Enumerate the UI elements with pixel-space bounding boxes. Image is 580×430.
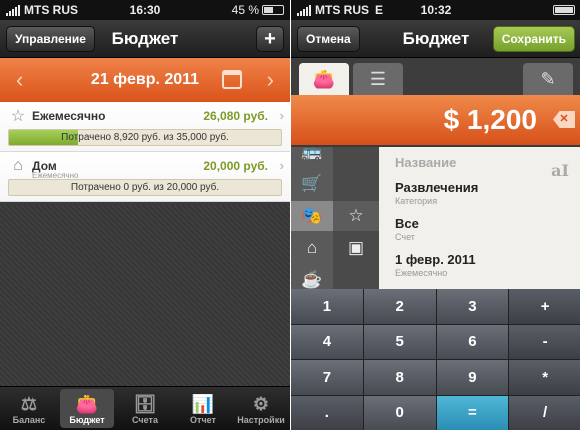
account-value: Все [395,216,419,231]
filters-tab[interactable]: ☰ [353,63,403,95]
bus-icon[interactable]: 🚌 [291,137,333,167]
key-9[interactable]: 9 [436,360,509,395]
text-cursor-icon: aI [551,161,569,180]
cart-icon[interactable]: 🛒 [291,169,333,199]
tab-balance[interactable]: ⚖ Баланс [2,389,56,428]
budget-remaining: 20,000 руб. [203,158,268,173]
key-1[interactable]: 1 [291,289,363,324]
key-decimal[interactable]: . [291,395,363,430]
keypad: 1 2 3 + 4 5 6 - 7 8 9 * . 0 = / [291,289,580,430]
tab-accounts[interactable]: 🗄 Счета [118,389,172,428]
budget-name: Ежемесячно [32,108,106,123]
wallet-tab[interactable]: 👛 [299,63,349,95]
tab-report[interactable]: 📊 Отчет [176,389,230,428]
tab-label: Бюджет [69,415,105,425]
wallet-icon: 👛 [75,394,99,414]
key-5[interactable]: 5 [363,324,436,359]
budget-item-home[interactable]: ⌂ Дом 20,000 руб. Ежемесячно › Потрачено… [0,152,290,202]
category-value: Развлечения [395,180,479,195]
category-hint: Категория [395,196,438,206]
form-fields: Название aI Развлечения Категория Все Сч… [379,147,580,289]
tab-label: Счета [132,415,158,425]
manage-button[interactable]: Управление [6,26,95,52]
gear-icon: ⚙ [252,394,270,414]
theater-masks-icon[interactable]: 🎭 [291,201,333,231]
wallet-icon: 👛 [312,68,336,89]
budget-progress-bar: Потрачено 0 руб. из 20,000 руб. [8,179,282,196]
date-field[interactable]: 1 февр. 2011 Ежемесячно [395,252,580,278]
mode-tabs: 👛 ☰ ✎ [291,58,580,95]
budget-form: 🚌 🛒 🎭 ⌂ ☕ ☆ ▣ Название aI Развлечения Ка… [291,142,580,289]
budget-list-screen: MTS RUS 16:30 45 % Управление Бюджет + ‹… [0,0,290,430]
battery-icon [553,5,575,15]
key-3[interactable]: 3 [436,289,509,324]
key-4[interactable]: 4 [291,324,363,359]
progress-text: Потрачено 0 руб. из 20,000 руб. [70,182,220,193]
page-title: Бюджет [111,28,179,48]
tab-label: Баланс [12,415,46,425]
status-bar: MTS RUS E 10:32 [291,0,580,20]
next-date-button[interactable]: › [267,67,274,93]
budget-progress-bar: Потрачено 8,920 руб. из 35,000 руб. [8,129,282,146]
budget-edit-screen: MTS RUS E 10:32 Отмена Бюджет Сохранить … [291,0,580,430]
amount-value: $ 1,200 [443,104,537,135]
bar-chart-icon: 📊 [191,394,215,414]
amount-display: $ 1,200 ✕ [291,95,580,145]
category-field[interactable]: Развлечения Категория [395,180,580,206]
nav-bar: Отмена Бюджет Сохранить [291,20,580,58]
save-button[interactable]: Сохранить [492,26,575,52]
pencil-icon: ✎ [540,68,556,89]
battery-percent: 45 % [231,3,259,17]
tab-label: Настройки [237,415,285,425]
add-budget-button[interactable]: + [256,26,284,52]
account-field[interactable]: Все Счет [395,216,580,242]
status-time: 10:32 [420,3,452,17]
key-multiply[interactable]: * [509,360,580,395]
budget-remaining: 26,080 руб. [203,108,268,123]
budget-list: ☆ Ежемесячно 26,080 руб. › Потрачено 8,9… [0,102,290,202]
star-icon[interactable]: ☆ [333,201,379,231]
cancel-button[interactable]: Отмена [297,26,360,52]
page-title: Бюджет [402,28,470,48]
key-6[interactable]: 6 [436,324,509,359]
wallet-icon[interactable]: ▣ [333,233,379,263]
date-value: 1 февр. 2011 [395,252,476,267]
house-icon[interactable]: ⌂ [291,233,333,263]
period-hint: Ежемесячно [395,268,448,278]
edit-tab[interactable]: ✎ [523,63,573,95]
key-minus[interactable]: - [509,324,580,359]
budget-item-monthly[interactable]: ☆ Ежемесячно 26,080 руб. › Потрачено 8,9… [0,102,290,152]
status-bar: MTS RUS 16:30 45 % [0,0,290,20]
tab-settings[interactable]: ⚙ Настройки [234,389,288,428]
account-hint: Счет [395,232,415,242]
key-equals[interactable]: = [436,395,509,430]
chevron-right-icon: › [279,158,284,173]
key-plus[interactable]: + [509,289,580,324]
key-2[interactable]: 2 [363,289,436,324]
key-divide[interactable]: / [509,395,580,430]
prev-date-button[interactable]: ‹ [16,67,23,93]
drawer-icon: 🗄 [133,394,157,414]
calendar-icon[interactable] [222,70,242,89]
backspace-button[interactable]: ✕ [553,111,575,128]
battery-icon [262,5,284,15]
sliders-icon: ☰ [369,68,387,89]
tab-label: Отчет [190,415,216,425]
nav-bar: Управление Бюджет + [0,20,290,58]
category-column: 🚌 🛒 🎭 ⌂ ☕ [291,142,333,289]
scales-icon: ⚖ [20,394,38,414]
tab-budget[interactable]: 👛 Бюджет [60,389,114,428]
star-icon: ☆ [10,107,26,125]
progress-text: Потрачено 8,920 руб. из 35,000 руб. [61,132,229,143]
key-8[interactable]: 8 [363,360,436,395]
key-7[interactable]: 7 [291,360,363,395]
tab-bar: ⚖ Баланс 👛 Бюджет 🗄 Счета 📊 Отчет ⚙ Наст… [0,386,290,430]
key-0[interactable]: 0 [363,395,436,430]
date-selector: ‹ 21 февр. 2011 › [0,58,290,102]
account-column: ☆ ▣ [333,147,379,289]
empty-list-area [0,205,290,386]
house-icon: ⌂ [13,156,23,174]
current-date[interactable]: 21 февр. 2011 [91,71,199,89]
chevron-right-icon: › [279,108,284,123]
